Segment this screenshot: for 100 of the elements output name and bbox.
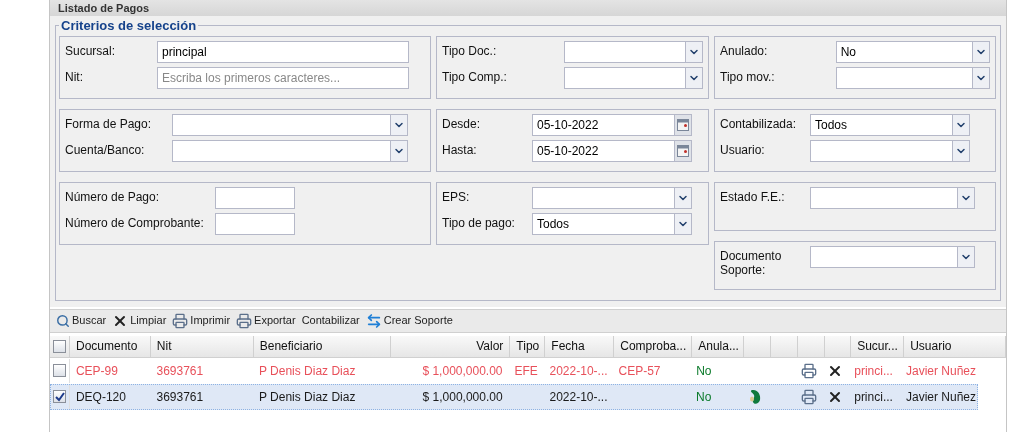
- dropdown-field[interactable]: [563, 40, 703, 63]
- text-field[interactable]: [215, 212, 295, 235]
- field-label: Número de Comprobante:: [65, 214, 205, 230]
- dropdown-button[interactable]: [685, 41, 702, 62]
- calendar-button[interactable]: [674, 140, 691, 161]
- field-label: Tipo de pago:: [442, 214, 516, 230]
- search-icon: [56, 313, 70, 328]
- check-icon: [54, 391, 65, 402]
- field-label: Hasta:: [442, 141, 478, 157]
- toolbar-button[interactable]: Buscar: [56, 312, 107, 329]
- column-header[interactable]: Tipo: [510, 335, 546, 357]
- field-label: Número de Pago:: [65, 188, 161, 204]
- text-field[interactable]: [215, 186, 295, 209]
- text-field[interactable]: principal: [157, 40, 409, 63]
- table-cell-text: princi...: [854, 388, 893, 406]
- field-label: Sucursal:: [65, 42, 117, 58]
- table-cell-text: $ 1,000,000.00: [422, 362, 503, 380]
- table-cell-text: 2022-10-...: [549, 362, 608, 380]
- panel-title: Listado de Pagos: [58, 2, 150, 14]
- dropdown-field[interactable]: [810, 245, 975, 268]
- dropdown-button[interactable]: [674, 187, 691, 208]
- column-header[interactable]: Beneficiario: [253, 335, 391, 357]
- checkbox[interactable]: [53, 364, 67, 377]
- column-header[interactable]: Nit: [150, 335, 254, 357]
- field-label: Usuario:: [720, 141, 766, 157]
- date-value: 05-10-2022: [536, 142, 600, 160]
- dropdown-field[interactable]: [532, 186, 692, 209]
- dropdown-button[interactable]: [972, 41, 989, 62]
- field-label: Anulado:: [720, 42, 769, 58]
- table-cell-text: 3693761: [156, 388, 204, 406]
- table-cell-text: P Denis Diaz Diaz: [258, 362, 356, 380]
- dropdown-value: No: [839, 43, 858, 61]
- date-field[interactable]: 05-10-2022: [532, 139, 692, 162]
- date-value: 05-10-2022: [536, 116, 600, 134]
- dropdown-field[interactable]: [810, 139, 970, 162]
- calendar-icon: [677, 118, 689, 131]
- dropdown-button[interactable]: [952, 114, 969, 135]
- table-cell-text: DEQ-120: [75, 388, 126, 406]
- dropdown-field[interactable]: [810, 186, 975, 209]
- table-cell-text: 2022-10-...: [549, 388, 608, 406]
- field-label: Cuenta/Banco:: [65, 141, 146, 157]
- dropdown-button[interactable]: [390, 140, 407, 161]
- field-label: Desde:: [442, 115, 482, 131]
- table-cell-text: EFE: [514, 362, 538, 380]
- checkbox[interactable]: [53, 390, 67, 403]
- table-cell-text: 3693761: [156, 362, 204, 380]
- printer-icon: [172, 312, 189, 329]
- table-cell-text: CEP-99: [75, 362, 118, 380]
- dropdown-field[interactable]: [563, 66, 703, 89]
- dropdown-field[interactable]: [835, 66, 990, 89]
- dropdown-value: Todos: [536, 215, 571, 233]
- text-field[interactable]: Escriba los primeros caracteres...: [157, 66, 409, 89]
- printer-icon: [800, 388, 817, 405]
- table-cell-text: No: [696, 388, 712, 406]
- column-header[interactable]: Sucur...: [851, 335, 905, 357]
- table-row[interactable]: DEQ-120 3693761 P Denis Diaz Diaz $ 1,000,000.00 2022-10-... No princi... Javier Nuñez: [50, 383, 978, 410]
- table-cell-text: $ 1,000,000.00: [422, 388, 503, 406]
- dropdown-button[interactable]: [390, 114, 407, 135]
- dropdown-value: Todos: [814, 116, 849, 134]
- field-label: Estado F.E.:: [720, 188, 786, 204]
- dropdown-button[interactable]: [952, 140, 969, 161]
- field-label: EPS:: [442, 188, 471, 204]
- table-cell-text: Javier Nuñez: [906, 362, 977, 380]
- dropdown-button[interactable]: [972, 67, 989, 88]
- calendar-button[interactable]: [674, 114, 691, 135]
- print-button[interactable]: [801, 362, 817, 379]
- column-header[interactable]: Anula...: [692, 335, 745, 357]
- table-cell-text: Javier Nuñez: [905, 388, 976, 406]
- toolbar-button[interactable]: Imprimir: [172, 312, 231, 329]
- table-cell-text: CEP-57: [618, 362, 661, 380]
- column-header[interactable]: Fecha: [545, 335, 615, 357]
- column-header[interactable]: Usuario: [904, 335, 1007, 357]
- field-label: Contabilizada:: [720, 115, 798, 131]
- dropdown-button[interactable]: [957, 246, 974, 267]
- dropdown-field[interactable]: Todos: [532, 212, 692, 235]
- dropdown-field[interactable]: No: [835, 40, 990, 63]
- field-label: Tipo Doc.:: [442, 42, 498, 58]
- dropdown-button[interactable]: [674, 213, 691, 234]
- arrows-icon: [365, 312, 382, 329]
- column-header[interactable]: Documento: [69, 335, 151, 357]
- field-label: Documento Soporte:: [720, 247, 783, 277]
- dropdown-field[interactable]: [172, 139, 408, 162]
- date-field[interactable]: 05-10-2022: [532, 113, 692, 136]
- fieldset-legend: Criterios de selección: [59, 16, 199, 36]
- dropdown-field[interactable]: Todos: [810, 113, 970, 136]
- table-cell-text: P Denis Diaz Diaz: [258, 388, 356, 406]
- dropdown-button[interactable]: [957, 187, 974, 208]
- dropdown-field[interactable]: [172, 113, 408, 136]
- column-header[interactable]: Comproba...: [614, 335, 693, 357]
- field-label: Forma de Pago:: [65, 115, 153, 131]
- printer-icon: [801, 362, 817, 379]
- print-button[interactable]: [800, 388, 817, 405]
- toolbar-button[interactable]: Exportar: [236, 312, 296, 329]
- table-row[interactable]: CEP-99 3693761 P Denis Diaz Diaz $ 1,000,000.00 EFE 2022-10-... CEP-57 No princi... Javier Nuñez: [50, 357, 978, 384]
- toolbar-button[interactable]: Limpiar: [112, 312, 167, 329]
- checkbox[interactable]: [53, 339, 66, 353]
- column-header[interactable]: Valor: [390, 335, 511, 357]
- toolbar-button[interactable]: Contabilizar: [301, 312, 360, 329]
- dropdown-button[interactable]: [685, 67, 702, 88]
- toolbar-button[interactable]: Crear Soporte: [365, 312, 453, 329]
